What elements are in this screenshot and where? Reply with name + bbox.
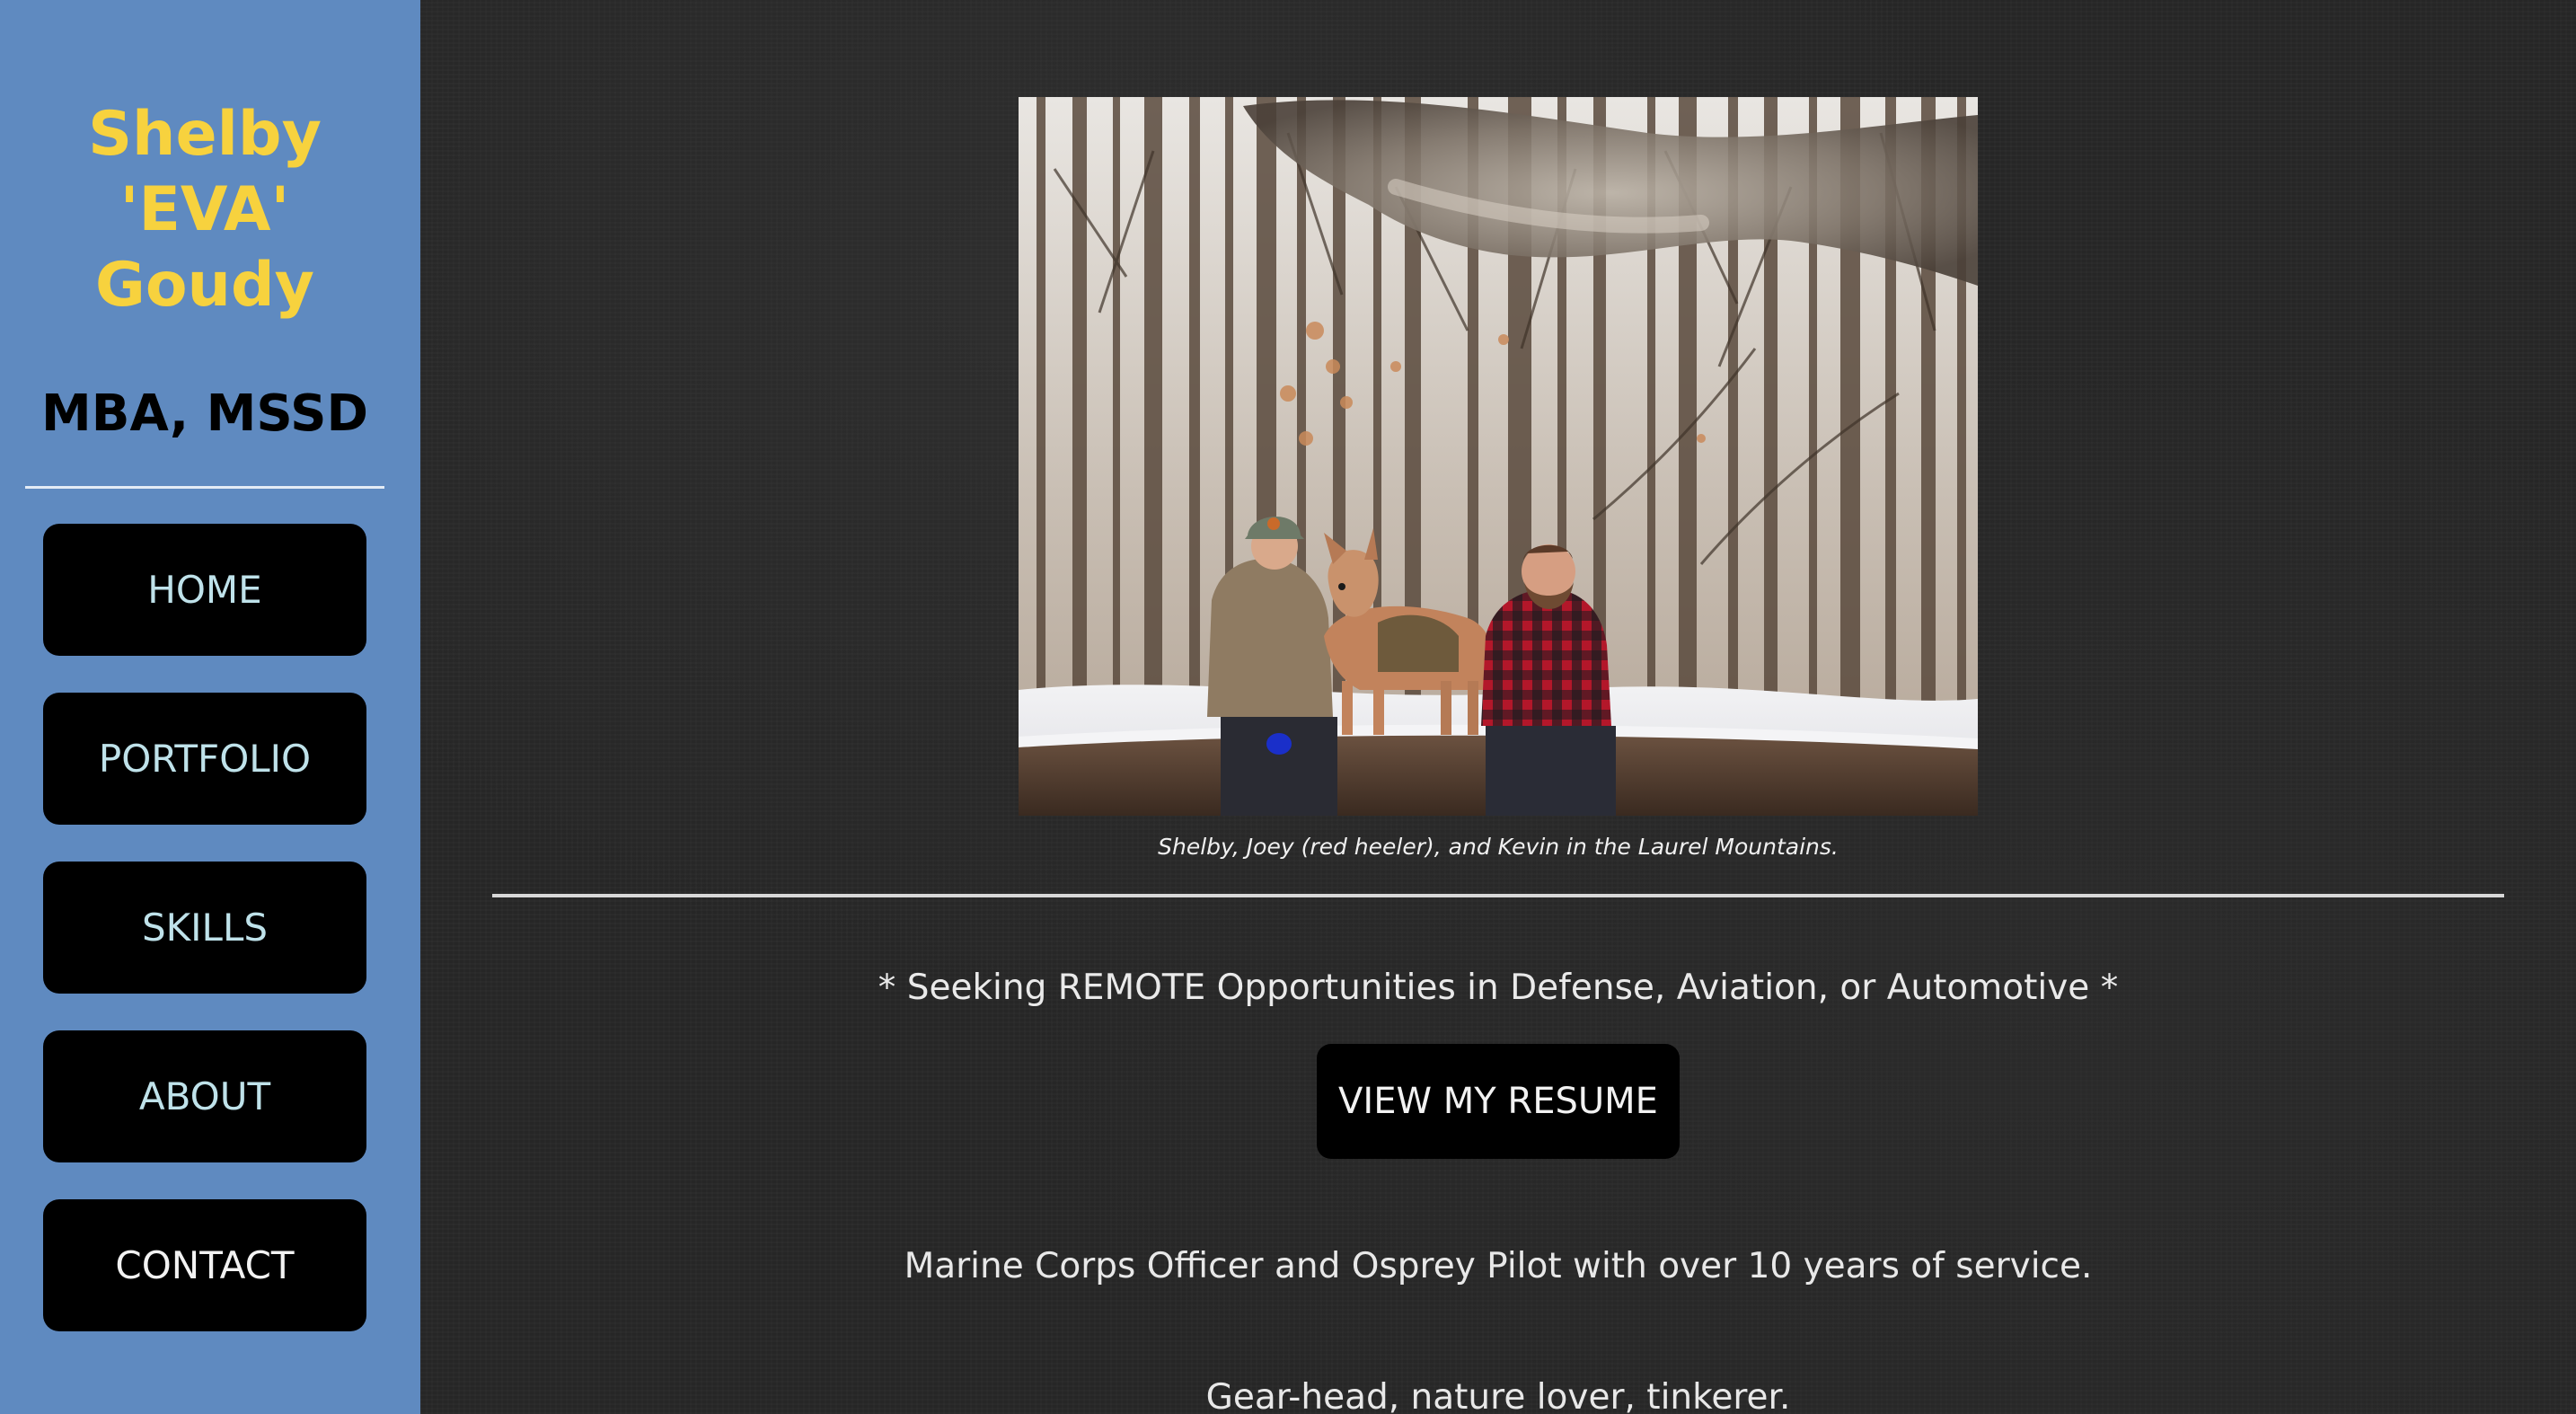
sidebar: Shelby 'EVA' Goudy MBA, MSSD HOME PORTFO… — [0, 0, 420, 1414]
tagline-text: Gear-head, nature lover, tinkerer. — [1205, 1377, 1791, 1414]
site-name-line-1: Shelby — [88, 99, 322, 170]
view-resume-button[interactable]: VIEW MY RESUME — [1317, 1044, 1680, 1159]
seeking-opportunities-text: * Seeking REMOTE Opportunities in Defens… — [878, 968, 2119, 1008]
nav-contact-button[interactable]: CONTACT — [43, 1199, 366, 1331]
sidebar-divider — [25, 486, 384, 489]
nav-portfolio-button[interactable]: PORTFOLIO — [43, 693, 366, 825]
degrees-heading: MBA, MSSD — [41, 384, 368, 443]
nav-home-button[interactable]: HOME — [43, 524, 366, 656]
content-divider — [492, 894, 2504, 897]
site-name[interactable]: Shelby 'EVA' Goudy — [0, 97, 410, 323]
site-name-line-2: 'EVA' — [119, 174, 290, 245]
photo-caption: Shelby, Joey (red heeler), and Kevin in … — [1158, 834, 1839, 860]
hero-photo — [1019, 97, 1978, 816]
nav-about-button[interactable]: ABOUT — [43, 1030, 366, 1162]
nav-skills-button[interactable]: SKILLS — [43, 862, 366, 994]
intro-text: Marine Corps Officer and Osprey Pilot wi… — [904, 1246, 2093, 1286]
site-name-line-3: Goudy — [95, 250, 314, 321]
